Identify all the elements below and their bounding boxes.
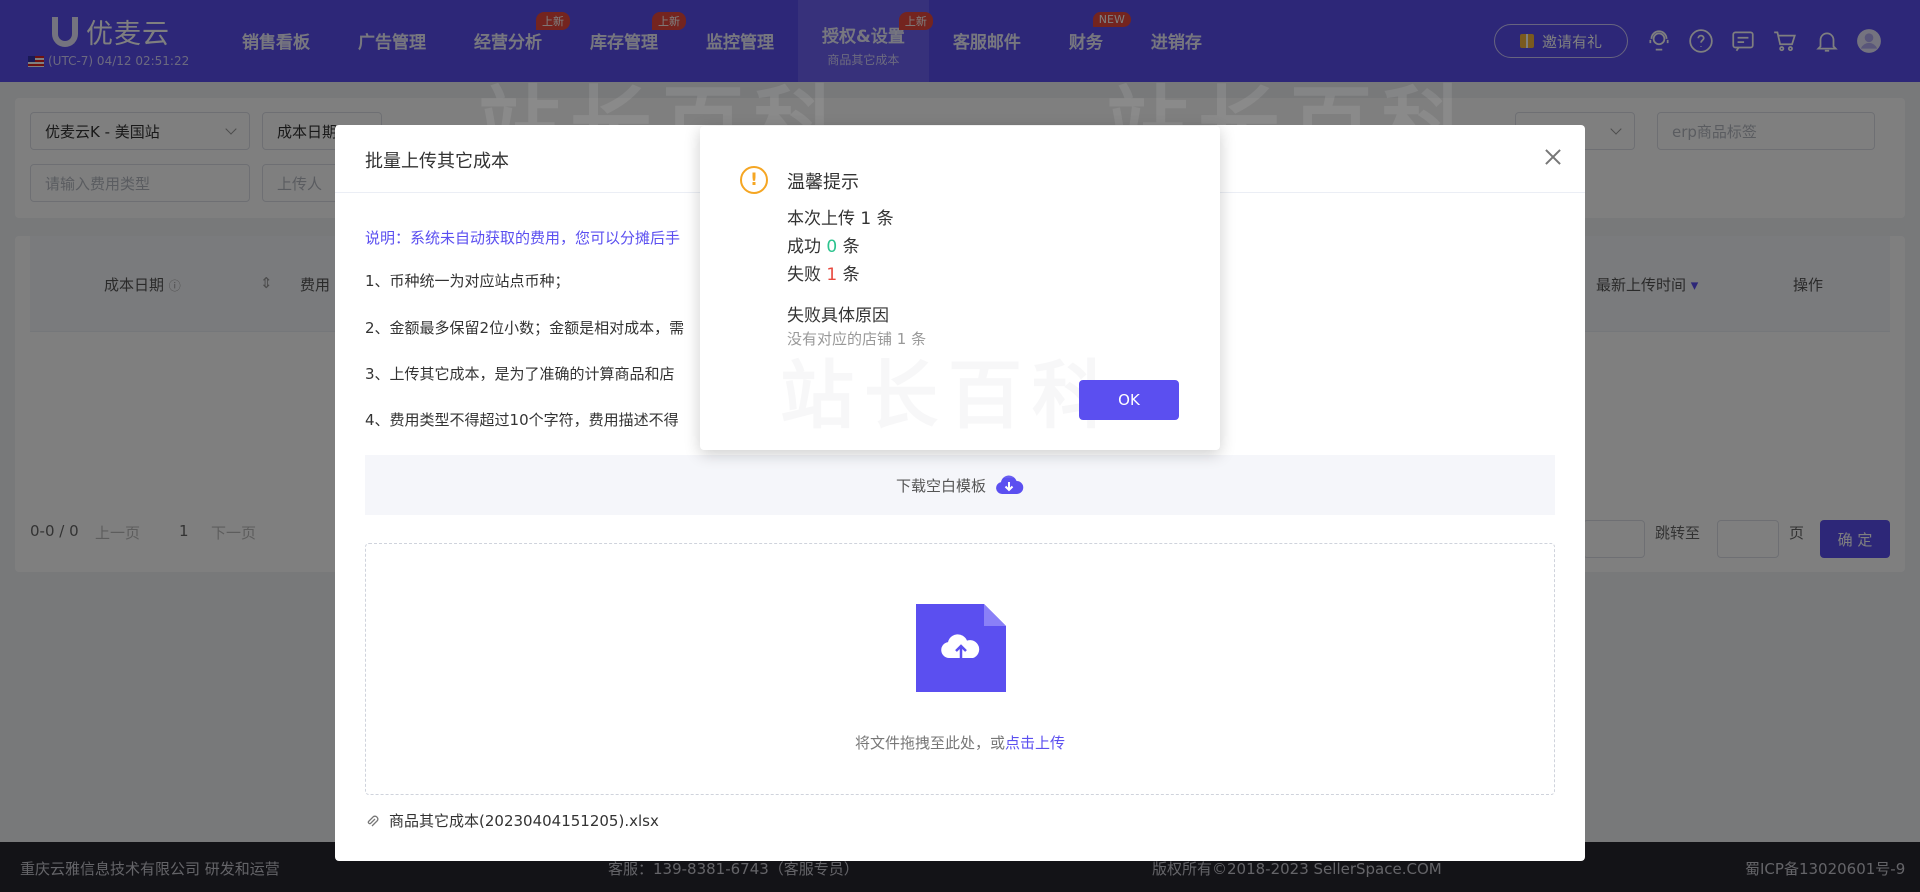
success-count: 0: [826, 237, 838, 257]
file-upload-icon: [916, 604, 1006, 692]
upload-count-line: 本次上传 1 条: [787, 209, 894, 229]
watermark: 站长百科: [780, 353, 1116, 439]
rule-4: 4、费用类型不得超过10个字符，费用描述不得: [365, 411, 679, 429]
fail-count-line: 失败 1 条: [787, 260, 860, 285]
close-icon[interactable]: [1543, 147, 1563, 167]
fail-count: 1: [826, 265, 838, 285]
fail-reason-label: 失败具体原因: [787, 306, 889, 326]
fail-suffix: 条: [837, 265, 860, 285]
fail-prefix: 失败: [787, 265, 827, 285]
file-name: 商品其它成本(20230404151205).xlsx: [389, 812, 659, 830]
rule-1: 1、币种统一为对应站点币种；: [365, 272, 570, 290]
watermark: 站长百科: [1106, 668, 1475, 763]
upload-result-alert: ! 温馨提示 本次上传 1 条 成功 0 条 失败 1 条 失败具体原因 没有对…: [700, 126, 1220, 450]
watermark: 站长百科: [478, 668, 847, 763]
warning-icon: !: [740, 166, 768, 194]
success-count-line: 成功 0 条: [787, 232, 860, 257]
rule-2: 2、金额最多保留2位小数；金额是相对成本，需: [365, 319, 685, 337]
alert-title: 温馨提示: [787, 172, 859, 193]
uploaded-file[interactable]: 商品其它成本(20230404151205).xlsx: [365, 810, 659, 831]
success-prefix: 成功: [787, 237, 827, 257]
rule-3: 3、上传其它成本，是为了准确的计算商品和店: [365, 365, 675, 383]
paperclip-icon: [367, 815, 379, 826]
drop-text: 将文件拖拽至此处，或: [854, 734, 1005, 752]
success-suffix: 条: [837, 237, 860, 257]
ok-button[interactable]: OK: [1079, 380, 1179, 420]
dialog-note: 说明：系统未自动获取的费用，您可以分摊后手: [365, 229, 681, 247]
click-upload-link[interactable]: 点击上传: [1005, 734, 1065, 752]
